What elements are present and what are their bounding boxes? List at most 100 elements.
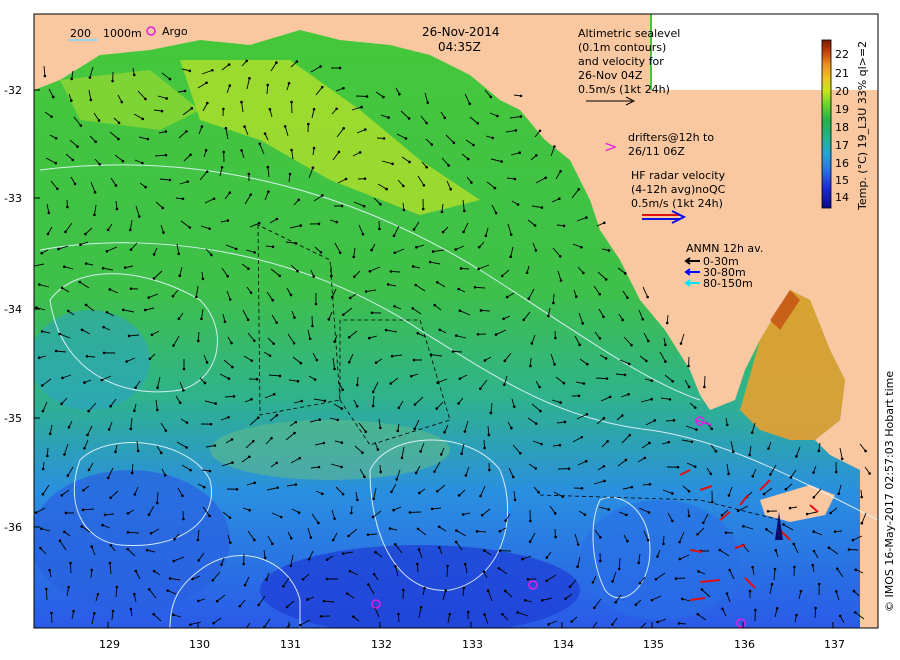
- velocity-arrowhead: [793, 565, 796, 569]
- velocity-arrowhead: [88, 76, 92, 79]
- velocity-arrowhead: [762, 492, 766, 496]
- velocity-arrowhead: [598, 337, 602, 340]
- velocity-arrowhead: [516, 203, 520, 206]
- velocity-arrowhead: [472, 143, 475, 147]
- velocity-arrowhead: [87, 409, 90, 413]
- hf-radar-legend-line: 0.5m/s (1kt 24h): [631, 197, 723, 210]
- colorbar-tick: 14: [835, 191, 849, 204]
- velocity-arrowhead: [361, 451, 364, 455]
- velocity-arrowhead: [372, 497, 375, 501]
- velocity-arrowhead: [462, 209, 466, 213]
- velocity-arrowhead: [585, 412, 589, 416]
- velocity-arrowhead: [628, 433, 632, 437]
- velocity-arrowhead: [416, 562, 419, 566]
- velocity-arrowhead: [559, 279, 563, 282]
- velocity-arrowhead: [152, 253, 156, 256]
- velocity-arrowhead: [643, 456, 647, 460]
- velocity-arrowhead: [306, 598, 309, 601]
- velocity-arrowhead: [342, 127, 346, 130]
- y-tick-label: -35: [4, 412, 22, 425]
- velocity-arrowhead: [491, 136, 495, 140]
- x-tick-label: 136: [734, 638, 755, 651]
- velocity-arrowhead: [341, 313, 345, 317]
- velocity-arrowhead: [333, 367, 336, 371]
- velocity-arrowhead: [125, 360, 129, 363]
- velocity-arrowhead: [182, 367, 186, 371]
- velocity-arrowhead: [321, 492, 324, 496]
- velocity-arrowhead: [371, 390, 375, 394]
- velocity-arrowhead: [372, 572, 376, 576]
- velocity-arrowhead: [654, 577, 658, 581]
- velocity-arrowhead: [687, 385, 691, 389]
- velocity-arrowhead: [489, 95, 493, 99]
- velocity-arrowhead: [210, 253, 213, 257]
- velocity-arrowhead: [581, 322, 585, 325]
- velocity-arrowhead: [288, 172, 292, 176]
- velocity-arrowhead: [376, 448, 380, 451]
- velocity-arrowhead: [586, 362, 589, 366]
- velocity-arrowhead: [290, 100, 293, 104]
- velocity-arrowhead: [205, 361, 209, 364]
- velocity-arrowhead: [497, 566, 501, 570]
- velocity-arrowhead: [109, 544, 113, 547]
- velocity-arrowhead: [475, 530, 479, 533]
- velocity-arrowhead: [627, 362, 631, 366]
- velocity-arrowhead: [126, 547, 129, 551]
- velocity-arrowhead: [672, 419, 676, 422]
- velocity-arrowhead: [693, 406, 697, 409]
- velocity-arrowhead: [299, 361, 303, 365]
- velocity-arrowhead: [710, 427, 714, 431]
- velocity-arrowhead: [397, 406, 401, 410]
- velocity-arrowhead: [611, 580, 614, 583]
- velocity-arrowhead: [774, 549, 778, 552]
- velocity-arrowhead: [494, 333, 498, 336]
- velocity-arrowhead: [156, 408, 159, 412]
- velocity-arrowhead: [297, 198, 301, 202]
- velocity-arrowhead: [160, 109, 164, 113]
- velocity-arrowhead: [232, 395, 236, 398]
- velocity-arrowhead: [161, 206, 165, 210]
- velocity-arrowhead: [678, 540, 681, 544]
- velocity-arrowhead: [323, 399, 327, 403]
- velocity-arrowhead: [204, 149, 208, 152]
- velocity-arrowhead: [214, 402, 218, 405]
- velocity-arrowhead: [834, 470, 838, 474]
- velocity-arrowhead: [812, 471, 815, 474]
- velocity-arrowhead: [242, 562, 245, 566]
- velocity-arrowhead: [748, 453, 751, 457]
- velocity-arrowhead: [356, 383, 359, 387]
- velocity-arrowhead: [428, 260, 432, 264]
- velocity-arrowhead: [425, 121, 428, 125]
- velocity-arrowhead: [534, 249, 538, 252]
- velocity-arrowhead: [667, 440, 671, 444]
- velocity-arrowhead: [429, 353, 433, 357]
- bathy-1000-label: 1000m: [103, 27, 142, 40]
- velocity-arrowhead: [56, 187, 59, 191]
- velocity-arrowhead: [476, 122, 480, 125]
- velocity-arrowhead: [554, 336, 557, 340]
- velocity-arrowhead: [431, 250, 435, 253]
- velocity-arrowhead: [462, 586, 466, 590]
- velocity-arrowhead: [378, 227, 381, 231]
- velocity-arrowhead: [604, 357, 608, 360]
- velocity-arrowhead: [84, 303, 88, 307]
- velocity-arrowhead: [370, 311, 374, 315]
- velocity-arrowhead: [224, 126, 228, 130]
- velocity-arrowhead: [136, 449, 140, 453]
- velocity-arrowhead: [374, 361, 378, 364]
- velocity-arrowhead: [144, 185, 147, 189]
- velocity-arrowhead: [840, 457, 844, 461]
- velocity-arrowhead: [308, 337, 312, 341]
- velocity-arrowhead: [599, 535, 602, 539]
- velocity-arrowhead: [805, 512, 809, 516]
- velocity-arrowhead: [457, 287, 460, 291]
- velocity-arrowhead: [81, 508, 85, 512]
- velocity-arrowhead: [278, 274, 281, 278]
- velocity-arrowhead: [448, 612, 452, 616]
- velocity-arrowhead: [182, 517, 185, 521]
- velocity-arrowhead: [206, 101, 209, 105]
- velocity-arrowhead: [80, 525, 84, 528]
- velocity-arrowhead: [108, 288, 112, 291]
- velocity-arrowhead: [312, 107, 316, 111]
- velocity-arrowhead: [795, 613, 798, 617]
